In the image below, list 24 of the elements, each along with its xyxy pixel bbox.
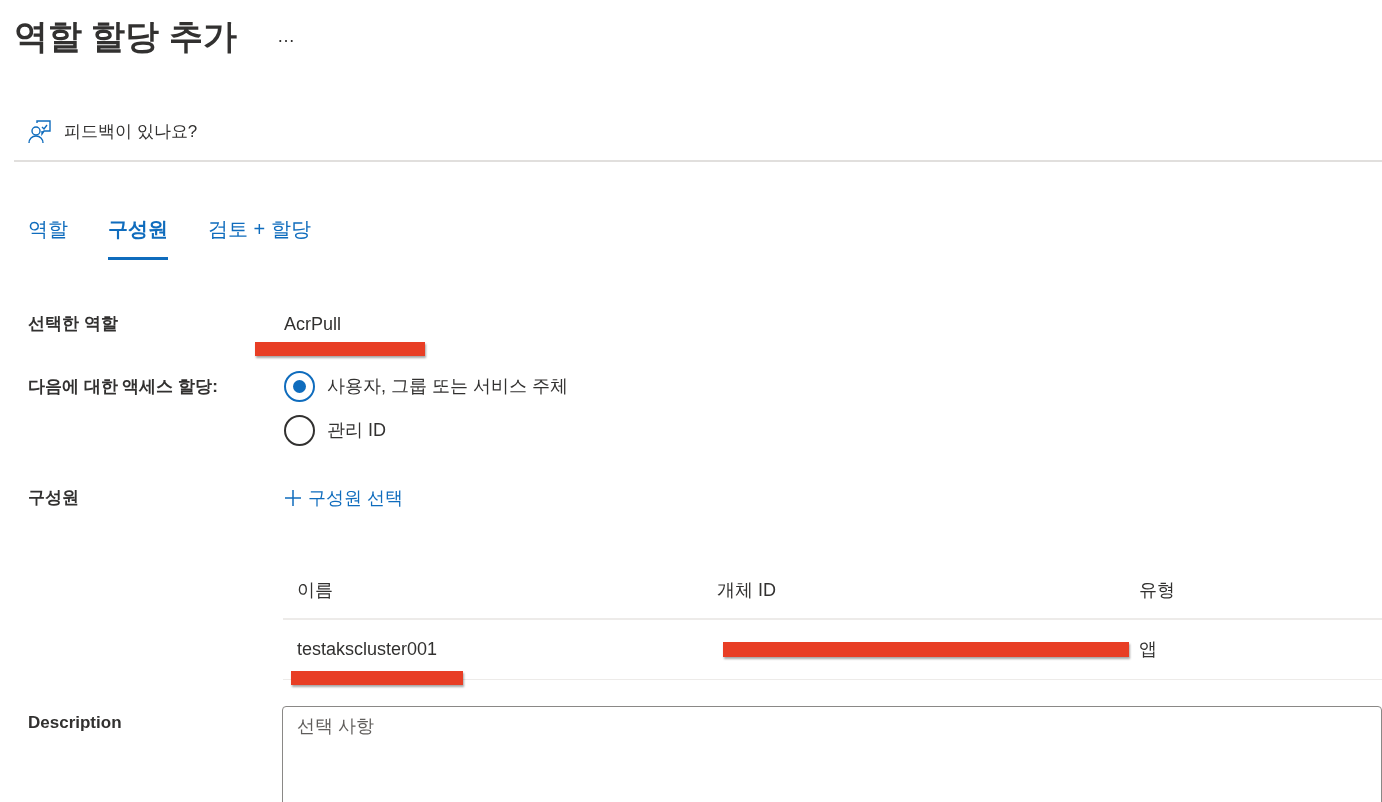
column-header: 유형 — [1138, 578, 1176, 602]
radio-button[interactable] — [284, 414, 315, 446]
table-cell-text: 앱 — [1138, 638, 1158, 661]
column-header: 이름 — [296, 578, 334, 602]
description-field[interactable]: 선택 사항 — [281, 706, 1382, 802]
field-label: 선택한 역할 — [28, 313, 119, 336]
radio-label: 사용자, 그룹 또는 서비스 주체 — [327, 374, 568, 398]
table-cell-text: testakscluster001 — [296, 638, 439, 661]
field-label: 구성원 — [28, 487, 80, 510]
field-label: Description — [28, 712, 123, 734]
tab[interactable]: 검토 + 할당 — [208, 212, 311, 260]
plus-icon — [284, 489, 302, 507]
more-button[interactable]: … — [276, 22, 295, 50]
select-members-link[interactable]: 구성원 선택 — [284, 484, 403, 512]
tab[interactable]: 구성원 — [108, 212, 168, 260]
role-value: AcrPull — [284, 312, 341, 336]
field-label: 다음에 대한 액세스 할당: — [28, 376, 219, 398]
feedback-icon — [28, 120, 52, 144]
page-title: 역할 할당 추가 — [14, 15, 237, 57]
feedback-link[interactable]: 피드백이 있나요? — [64, 119, 198, 145]
radio-label: 관리 ID — [327, 418, 386, 442]
radio-button[interactable] — [284, 370, 315, 402]
tab[interactable]: 역할 — [28, 212, 68, 260]
column-header: 개체 ID — [716, 578, 777, 602]
